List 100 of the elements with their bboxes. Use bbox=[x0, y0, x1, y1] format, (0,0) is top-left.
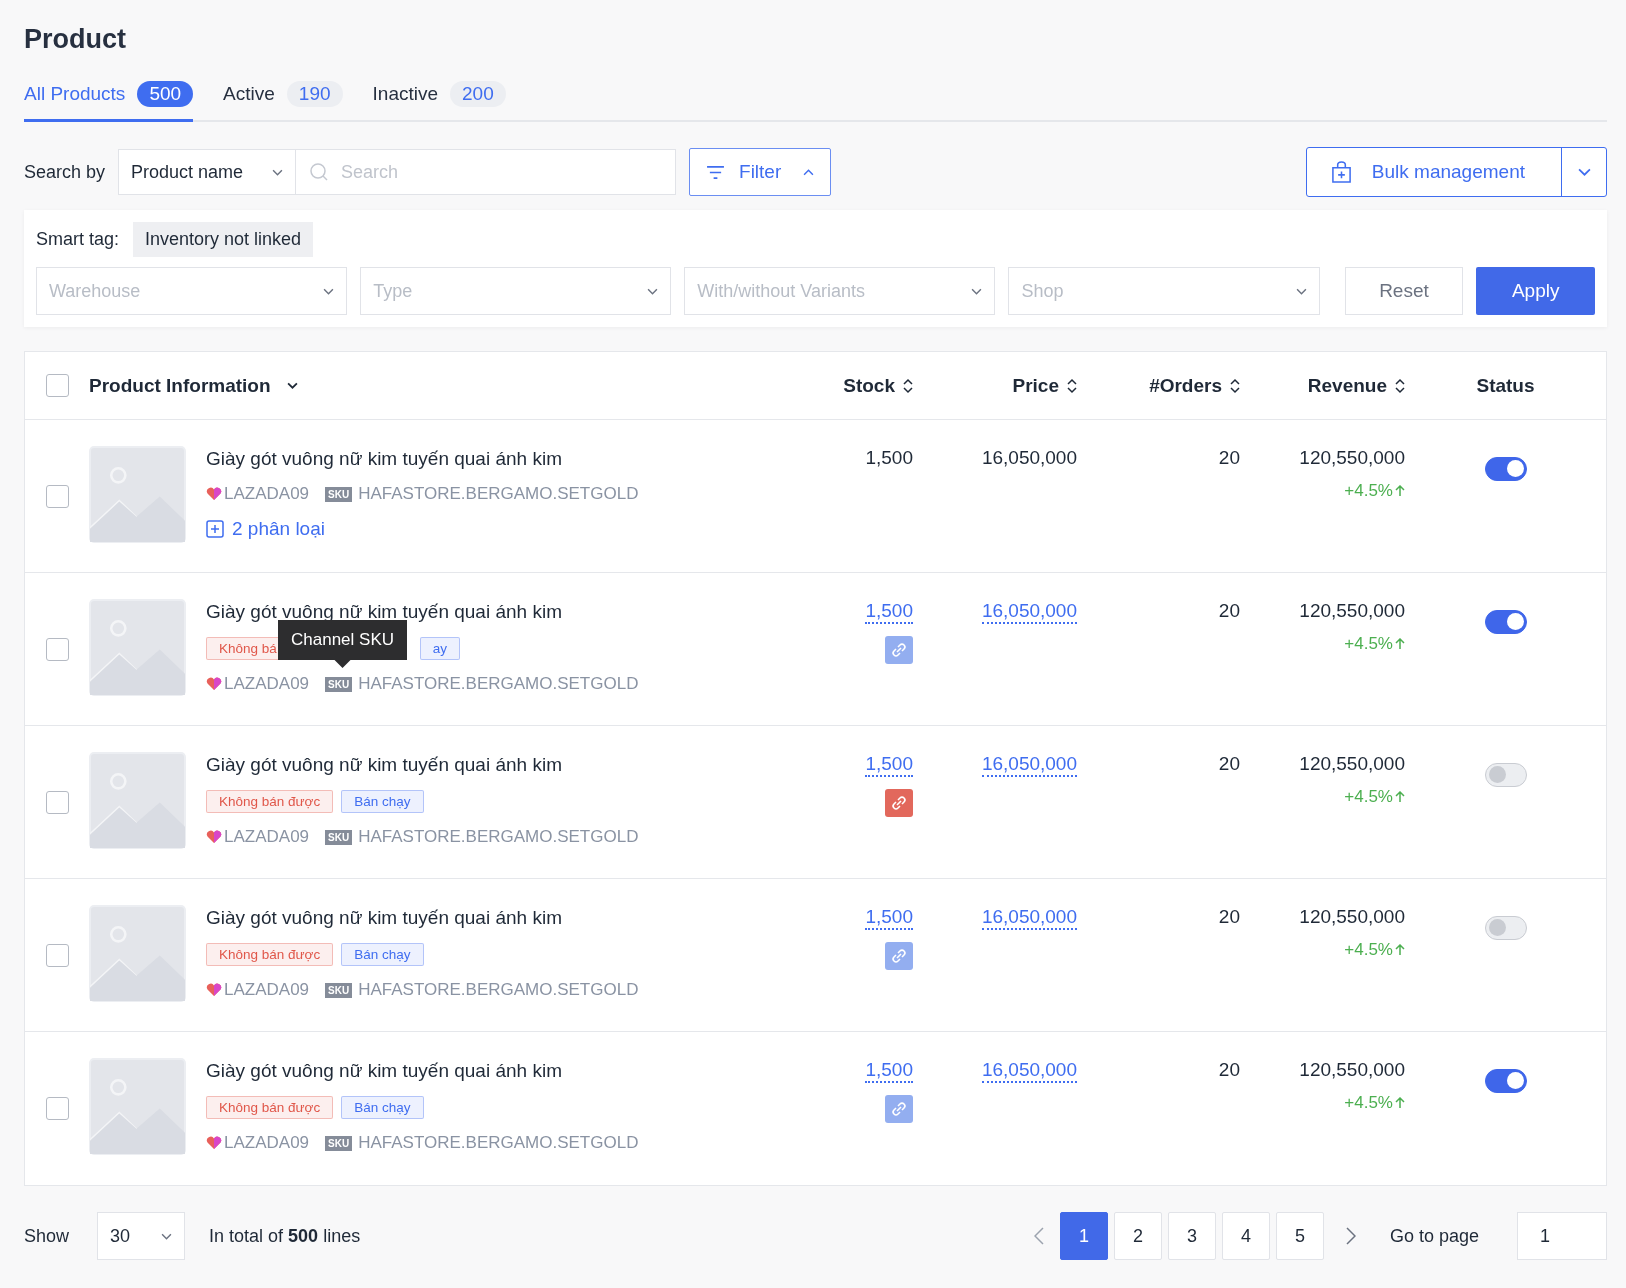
tooltip: Channel SKU bbox=[278, 620, 407, 668]
filter-icon bbox=[706, 164, 726, 180]
page-button[interactable]: 5 bbox=[1275, 1212, 1324, 1260]
image-placeholder-icon bbox=[89, 446, 186, 543]
checkbox[interactable] bbox=[45, 484, 69, 508]
plus-square-icon bbox=[206, 520, 224, 538]
tab[interactable]: Inactive 200 bbox=[372, 81, 506, 122]
orders-value: 20 bbox=[1218, 1059, 1240, 1081]
tag: Không bán được bbox=[206, 943, 334, 966]
shop-name: LAZADA09 bbox=[224, 980, 310, 1000]
revenue-change: +4.5% bbox=[1344, 481, 1405, 501]
price-link[interactable]: 16,050,000 bbox=[981, 753, 1077, 777]
link-icon[interactable] bbox=[885, 942, 913, 970]
sku-badge: SKU bbox=[325, 676, 353, 692]
page-button[interactable]: 3 bbox=[1167, 1212, 1216, 1260]
product-name[interactable]: Giày gót vuông nữ kim tuyến quai ánh kim bbox=[206, 448, 639, 470]
stock-link[interactable]: 1,500 bbox=[865, 600, 913, 624]
sku-code: HAFASTORE.BERGAMO.SETGOLD bbox=[358, 674, 639, 694]
chevron-down-icon bbox=[272, 168, 284, 176]
tag: Bán chạy bbox=[341, 943, 424, 966]
page-button[interactable]: 4 bbox=[1221, 1212, 1270, 1260]
product-name[interactable]: Giày gót vuông nữ kim tuyến quai ánh kim bbox=[206, 601, 639, 623]
column-header[interactable]: Status bbox=[1405, 374, 1606, 397]
search-field[interactable]: Search bbox=[296, 149, 677, 195]
column-header[interactable]: #Orders bbox=[1077, 374, 1240, 397]
column-header[interactable]: Price bbox=[913, 374, 1077, 397]
price-link[interactable]: 16,050,000 bbox=[981, 1059, 1077, 1083]
revenue-change: +4.5% bbox=[1344, 634, 1405, 654]
page-button[interactable]: 1 bbox=[1059, 1212, 1108, 1260]
arrow-up-icon bbox=[1395, 944, 1405, 956]
sku-badge: SKU bbox=[325, 486, 353, 502]
tag: Bán chạy bbox=[341, 1096, 424, 1119]
arrow-up-icon bbox=[1395, 638, 1405, 650]
page-size-dropdown[interactable]: 30 bbox=[97, 1212, 186, 1260]
link-icon[interactable] bbox=[885, 789, 913, 817]
revenue-value: 120,550,000 bbox=[1299, 1059, 1405, 1081]
stock-value: 1,500 bbox=[865, 447, 913, 469]
page-button[interactable]: 2 bbox=[1113, 1212, 1162, 1260]
heart-icon bbox=[206, 677, 222, 691]
revenue-change: +4.5% bbox=[1344, 1093, 1405, 1113]
tab[interactable]: Active 190 bbox=[223, 81, 343, 122]
chevron-down-icon bbox=[971, 287, 983, 295]
checkbox[interactable] bbox=[45, 637, 69, 661]
product-name[interactable]: Giày gót vuông nữ kim tuyến quai ánh kim bbox=[206, 754, 639, 776]
stock-link[interactable]: 1,500 bbox=[865, 753, 913, 777]
sku-badge: SKU bbox=[325, 1135, 353, 1151]
tab[interactable]: All Products 500 bbox=[24, 81, 194, 122]
column-header[interactable]: Product Information bbox=[89, 374, 813, 397]
chevron-down-icon bbox=[323, 287, 335, 295]
revenue-value: 120,550,000 bbox=[1299, 906, 1405, 928]
previous-page-icon[interactable] bbox=[1033, 1227, 1044, 1245]
page-input[interactable]: 1 bbox=[1517, 1212, 1607, 1260]
next-page-icon[interactable] bbox=[1345, 1227, 1356, 1245]
search-field-dropdown[interactable]: Product name bbox=[118, 149, 297, 195]
status-toggle[interactable] bbox=[1484, 1069, 1527, 1093]
stock-link[interactable]: 1,500 bbox=[865, 1059, 913, 1083]
shop-name: LAZADA09 bbox=[224, 1133, 310, 1153]
stock-link[interactable]: 1,500 bbox=[865, 906, 913, 930]
link-icon[interactable] bbox=[885, 636, 913, 664]
smart-tag-label: Smart tag: bbox=[36, 229, 120, 250]
column-header[interactable]: Revenue bbox=[1240, 374, 1405, 397]
chevron-down-icon bbox=[161, 1232, 173, 1240]
page-title: Product bbox=[24, 24, 127, 55]
column-header[interactable]: Stock bbox=[813, 374, 913, 397]
checkbox[interactable] bbox=[45, 374, 69, 397]
sort-icon bbox=[903, 377, 913, 394]
price-link[interactable]: 16,050,000 bbox=[981, 600, 1077, 624]
sort-icon bbox=[1395, 377, 1405, 394]
sku-code: HAFASTORE.BERGAMO.SETGOLD bbox=[358, 484, 639, 504]
image-placeholder-icon bbox=[89, 599, 186, 696]
orders-value: 20 bbox=[1218, 600, 1240, 622]
revenue-value: 120,550,000 bbox=[1299, 600, 1405, 622]
checkbox[interactable] bbox=[45, 943, 69, 967]
arrow-up-icon bbox=[1395, 791, 1405, 803]
sku-code: HAFASTORE.BERGAMO.SETGOLD bbox=[358, 1133, 639, 1153]
image-placeholder-icon bbox=[89, 752, 186, 849]
go-to-page-label: Go to page bbox=[1389, 1225, 1479, 1247]
apply-button[interactable]: Apply bbox=[1476, 267, 1595, 315]
tag: ay bbox=[419, 637, 461, 660]
tag: Không bán được bbox=[206, 1096, 334, 1119]
sku-badge: SKU bbox=[325, 829, 353, 845]
variants-link[interactable]: 2 phân loại bbox=[206, 518, 639, 540]
count-badge: 190 bbox=[286, 81, 343, 107]
chevron-down-icon bbox=[647, 287, 659, 295]
status-toggle[interactable] bbox=[1484, 457, 1527, 481]
filter-button[interactable]: Filter bbox=[689, 148, 832, 196]
status-toggle[interactable] bbox=[1484, 610, 1527, 634]
product-name[interactable]: Giày gót vuông nữ kim tuyến quai ánh kim bbox=[206, 907, 639, 929]
chevron-down-icon bbox=[1577, 168, 1591, 176]
link-icon[interactable] bbox=[885, 1095, 913, 1123]
smart-tag[interactable]: Inventory not linked bbox=[133, 222, 314, 257]
heart-icon bbox=[206, 1136, 222, 1150]
heart-icon bbox=[206, 830, 222, 844]
checkbox[interactable] bbox=[45, 1097, 69, 1120]
checkbox[interactable] bbox=[45, 790, 69, 814]
product-name[interactable]: Giày gót vuông nữ kim tuyến quai ánh kim bbox=[206, 1060, 639, 1082]
tag: Không bán được bbox=[206, 790, 334, 813]
shop-name: LAZADA09 bbox=[224, 674, 310, 694]
price-link[interactable]: 16,050,000 bbox=[981, 906, 1077, 930]
reset-button[interactable]: Reset bbox=[1344, 267, 1464, 315]
